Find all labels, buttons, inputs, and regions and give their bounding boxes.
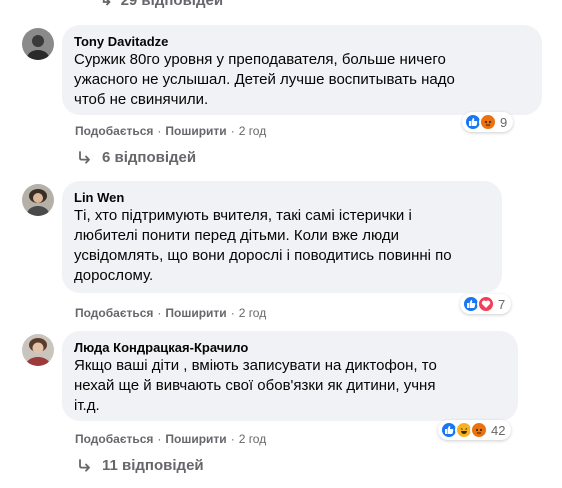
comment-bubble: Tony Davitadze Суржик 80го уровня у преп… [62,25,542,115]
comment-author[interactable]: Lin Wen [74,189,490,206]
separator-dot: · [230,124,235,138]
separator-dot: · [157,432,162,446]
separator-dot: · [230,432,235,446]
comment-line: нехай ще й вивчають свої обов'язки як ди… [74,377,436,394]
replies-link[interactable]: 11 відповідей [78,457,204,474]
comment-line: Ті, хто підтримують вчителя, такі самі і… [74,207,412,224]
like-action[interactable]: Подобається [75,124,153,138]
love-icon [477,295,495,313]
share-action[interactable]: Поширити [165,306,226,320]
reactions-summary[interactable]: 42 [438,420,512,440]
avatar-image [22,334,54,366]
share-action[interactable]: Поширити [165,432,226,446]
like-action[interactable]: Подобається [75,306,153,320]
avatar-image [22,28,54,60]
replies-count: 11 відповідей [102,457,204,474]
angry-icon [470,421,488,439]
replies-count: 6 відповідей [102,149,197,166]
reply-arrow-icon [79,150,90,164]
comment-line: любителі понити перед дітьми. Коли вже л… [74,227,400,244]
comment-line: Суржик 80го уровня у преподавателя, боль… [74,51,446,68]
comment-bubble: Lin Wen Ті, хто підтримують вчителя, так… [62,181,502,293]
replies-link[interactable]: 6 відповідей [78,149,196,166]
comment-author[interactable]: Люда Кондрацкая-Крачило [74,339,506,356]
comment-actions: Подобається · Поширити · 2 год [75,305,266,321]
avatar-image [22,184,54,216]
comment-actions: Подобається · Поширити · 2 год [75,431,266,447]
avatar[interactable] [22,334,54,366]
comment-line: іт.д. [74,397,100,414]
reply-arrow-icon: ↳ [100,0,113,9]
comment-author[interactable]: Tony Davitadze [74,33,530,50]
avatar[interactable] [22,28,54,60]
avatar[interactable] [22,184,54,216]
reaction-count: 42 [491,422,506,438]
angry-icon [479,113,497,131]
reactions-summary[interactable]: 9 [462,112,514,132]
reply-arrow-icon [79,458,90,472]
reactions-summary[interactable]: 7 [460,294,512,314]
comment-line: Якщо ваші діти , вміють записувати на ди… [74,357,437,374]
comment-bubble: Люда Кондрацкая-Крачило Якщо ваші діти ,… [62,331,518,421]
comment-actions: Подобається · Поширити · 2 год [75,123,266,139]
reaction-count: 7 [498,296,506,312]
separator-dot: · [157,306,162,320]
separator-dot: · [157,124,162,138]
replies-link-top[interactable]: ↳ 29 відповідей [100,0,223,9]
separator-dot: · [230,306,235,320]
like-action[interactable]: Подобається [75,432,153,446]
comment-line: чтоб не свинячили. [74,91,209,108]
comment-line: дорослому. [74,267,154,284]
comment-line: ужасного не услышал. Детей лучше воспиты… [74,71,455,88]
comment-time[interactable]: 2 год [239,306,267,320]
share-action[interactable]: Поширити [165,124,226,138]
comment-line: усвідомлять, що вони дорослі і поводитис… [74,247,452,264]
comment-time[interactable]: 2 год [239,432,267,446]
replies-count-top: 29 відповідей [120,0,224,9]
reaction-count: 9 [500,114,508,130]
comment-time[interactable]: 2 год [239,124,267,138]
